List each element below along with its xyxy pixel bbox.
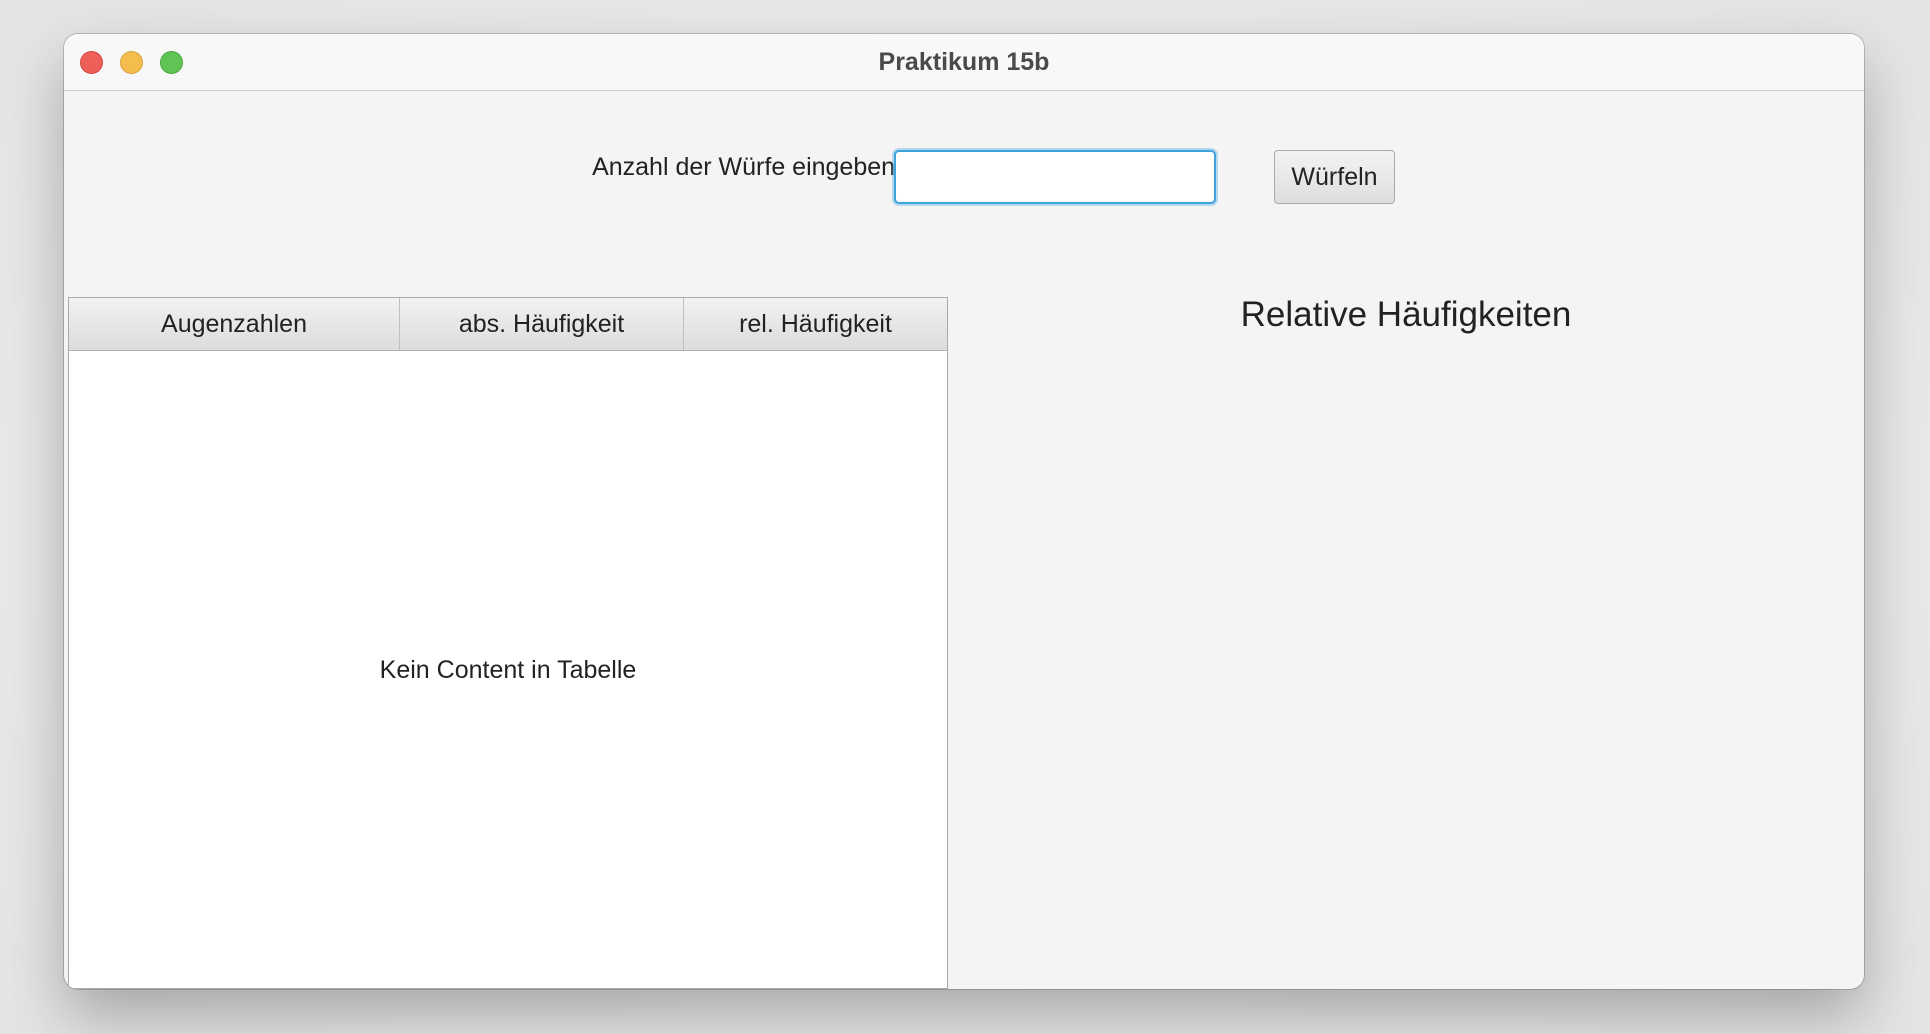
main-content: Anzahl der Würfe eingeben: Würfeln Augen… (64, 91, 1864, 989)
roll-dice-button[interactable]: Würfeln (1274, 150, 1395, 204)
table-body: Kein Content in Tabelle (69, 351, 947, 989)
window-title: Praktikum 15b (878, 48, 1050, 76)
throws-input[interactable] (894, 150, 1216, 204)
column-header-eye-numbers[interactable]: Augenzahlen (69, 298, 400, 350)
chart-title: Relative Häufigkeiten (1240, 295, 1572, 334)
title-bar: Praktikum 15b (64, 34, 1864, 91)
desktop: Praktikum 15b Anzahl der Würfe eingeben:… (0, 0, 1930, 1034)
frequency-table: Augenzahlen abs. Häufigkeit rel. Häufigk… (68, 297, 948, 989)
throws-label: Anzahl der Würfe eingeben: (592, 153, 902, 181)
app-window: Praktikum 15b Anzahl der Würfe eingeben:… (64, 34, 1864, 989)
column-header-rel-frequency[interactable]: rel. Häufigkeit (684, 298, 947, 350)
table-placeholder: Kein Content in Tabelle (379, 655, 637, 684)
column-header-abs-frequency[interactable]: abs. Häufigkeit (400, 298, 684, 350)
table-header: Augenzahlen abs. Häufigkeit rel. Häufigk… (69, 298, 947, 351)
